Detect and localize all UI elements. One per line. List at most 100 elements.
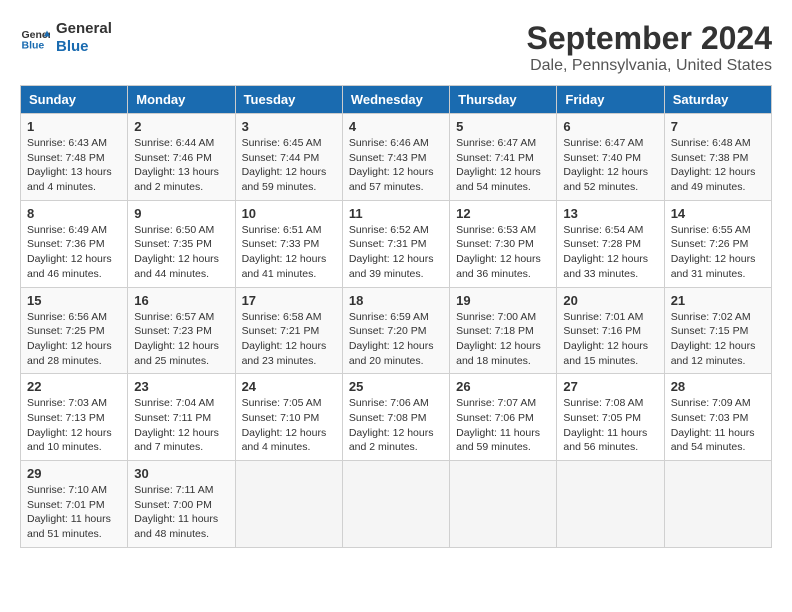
calendar-cell: 25Sunrise: 7:06 AM Sunset: 7:08 PM Dayli… (342, 374, 449, 461)
day-number: 5 (456, 119, 550, 134)
day-info: Sunrise: 6:53 AM Sunset: 7:30 PM Dayligh… (456, 223, 550, 282)
calendar-cell: 26Sunrise: 7:07 AM Sunset: 7:06 PM Dayli… (450, 374, 557, 461)
day-info: Sunrise: 6:44 AM Sunset: 7:46 PM Dayligh… (134, 136, 228, 195)
logo-line1: General (56, 20, 112, 38)
weekday-header-tuesday: Tuesday (235, 86, 342, 114)
day-info: Sunrise: 6:54 AM Sunset: 7:28 PM Dayligh… (563, 223, 657, 282)
calendar-cell: 7 Sunrise: 6:48 AM Sunset: 7:38 PM Daylig… (664, 114, 771, 201)
calendar-week-2: 8 Sunrise: 6:49 AM Sunset: 7:36 PM Daylig… (21, 200, 772, 287)
calendar-week-3: 15 Sunrise: 6:56 AM Sunset: 7:25 PM Dayli… (21, 287, 772, 374)
calendar-cell: 20Sunrise: 7:01 AM Sunset: 7:16 PM Dayli… (557, 287, 664, 374)
day-number: 15 (27, 293, 121, 308)
day-info: Sunrise: 6:47 AM Sunset: 7:40 PM Dayligh… (563, 136, 657, 195)
calendar-cell: 3Sunrise: 6:45 AM Sunset: 7:44 PM Daylig… (235, 114, 342, 201)
weekday-header-wednesday: Wednesday (342, 86, 449, 114)
calendar-cell: 15 Sunrise: 6:56 AM Sunset: 7:25 PM Dayli… (21, 287, 128, 374)
weekday-header-friday: Friday (557, 86, 664, 114)
day-info: Sunrise: 7:09 AM Sunset: 7:03 PM Dayligh… (671, 396, 765, 455)
calendar-cell: 18Sunrise: 6:59 AM Sunset: 7:20 PM Dayli… (342, 287, 449, 374)
calendar-cell: 9 Sunrise: 6:50 AM Sunset: 7:35 PM Daylig… (128, 200, 235, 287)
day-number: 17 (242, 293, 336, 308)
day-info: Sunrise: 6:58 AM Sunset: 7:21 PM Dayligh… (242, 310, 336, 369)
calendar-cell (664, 461, 771, 548)
day-number: 21 (671, 293, 765, 308)
day-number: 30 (134, 466, 228, 481)
day-number: 27 (563, 379, 657, 394)
day-number: 4 (349, 119, 443, 134)
calendar-cell (450, 461, 557, 548)
calendar-cell: 12 Sunrise: 6:53 AM Sunset: 7:30 PM Dayli… (450, 200, 557, 287)
day-info: Sunrise: 6:50 AM Sunset: 7:35 PM Dayligh… (134, 223, 228, 282)
logo-line2: Blue (56, 38, 112, 56)
calendar-cell: 19Sunrise: 7:00 AM Sunset: 7:18 PM Dayli… (450, 287, 557, 374)
day-info: Sunrise: 6:47 AM Sunset: 7:41 PM Dayligh… (456, 136, 550, 195)
calendar-week-1: 1 Sunrise: 6:43 AM Sunset: 7:48 PM Daylig… (21, 114, 772, 201)
svg-text:Blue: Blue (22, 40, 45, 52)
day-info: Sunrise: 6:57 AM Sunset: 7:23 PM Dayligh… (134, 310, 228, 369)
page-title: September 2024 (527, 20, 772, 57)
calendar-cell (235, 461, 342, 548)
day-info: Sunrise: 7:00 AM Sunset: 7:18 PM Dayligh… (456, 310, 550, 369)
day-info: Sunrise: 6:43 AM Sunset: 7:48 PM Dayligh… (27, 136, 121, 195)
day-number: 12 (456, 206, 550, 221)
calendar-cell (557, 461, 664, 548)
logo: General Blue General Blue (20, 20, 112, 56)
day-number: 14 (671, 206, 765, 221)
day-info: Sunrise: 6:59 AM Sunset: 7:20 PM Dayligh… (349, 310, 443, 369)
day-info: Sunrise: 7:10 AM Sunset: 7:01 PM Dayligh… (27, 483, 121, 542)
day-number: 11 (349, 206, 443, 221)
day-number: 2 (134, 119, 228, 134)
day-info: Sunrise: 6:48 AM Sunset: 7:38 PM Dayligh… (671, 136, 765, 195)
day-info: Sunrise: 6:56 AM Sunset: 7:25 PM Dayligh… (27, 310, 121, 369)
day-number: 16 (134, 293, 228, 308)
day-number: 13 (563, 206, 657, 221)
calendar-cell: 29 Sunrise: 7:10 AM Sunset: 7:01 PM Dayli… (21, 461, 128, 548)
day-info: Sunrise: 7:02 AM Sunset: 7:15 PM Dayligh… (671, 310, 765, 369)
day-info: Sunrise: 7:03 AM Sunset: 7:13 PM Dayligh… (27, 396, 121, 455)
calendar-cell: 4 Sunrise: 6:46 AM Sunset: 7:43 PM Daylig… (342, 114, 449, 201)
calendar-week-4: 22 Sunrise: 7:03 AM Sunset: 7:13 PM Dayli… (21, 374, 772, 461)
calendar-cell: 14Sunrise: 6:55 AM Sunset: 7:26 PM Dayli… (664, 200, 771, 287)
calendar-cell: 2 Sunrise: 6:44 AM Sunset: 7:46 PM Daylig… (128, 114, 235, 201)
day-number: 6 (563, 119, 657, 134)
day-info: Sunrise: 7:08 AM Sunset: 7:05 PM Dayligh… (563, 396, 657, 455)
day-info: Sunrise: 6:51 AM Sunset: 7:33 PM Dayligh… (242, 223, 336, 282)
day-info: Sunrise: 7:04 AM Sunset: 7:11 PM Dayligh… (134, 396, 228, 455)
day-info: Sunrise: 7:01 AM Sunset: 7:16 PM Dayligh… (563, 310, 657, 369)
weekday-header-monday: Monday (128, 86, 235, 114)
day-info: Sunrise: 6:46 AM Sunset: 7:43 PM Dayligh… (349, 136, 443, 195)
calendar-cell: 30Sunrise: 7:11 AM Sunset: 7:00 PM Dayli… (128, 461, 235, 548)
page-subtitle: Dale, Pennsylvania, United States (527, 57, 772, 75)
calendar-week-5: 29 Sunrise: 7:10 AM Sunset: 7:01 PM Dayli… (21, 461, 772, 548)
calendar-cell: 24Sunrise: 7:05 AM Sunset: 7:10 PM Dayli… (235, 374, 342, 461)
calendar-cell: 21 Sunrise: 7:02 AM Sunset: 7:15 PM Dayli… (664, 287, 771, 374)
day-number: 23 (134, 379, 228, 394)
day-number: 9 (134, 206, 228, 221)
calendar-cell: 13 Sunrise: 6:54 AM Sunset: 7:28 PM Dayli… (557, 200, 664, 287)
calendar-cell: 28Sunrise: 7:09 AM Sunset: 7:03 PM Dayli… (664, 374, 771, 461)
calendar-cell: 6 Sunrise: 6:47 AM Sunset: 7:40 PM Daylig… (557, 114, 664, 201)
title-area: September 2024 Dale, Pennsylvania, Unite… (527, 20, 772, 75)
day-number: 29 (27, 466, 121, 481)
calendar-cell: 1 Sunrise: 6:43 AM Sunset: 7:48 PM Daylig… (21, 114, 128, 201)
day-number: 22 (27, 379, 121, 394)
weekday-header-sunday: Sunday (21, 86, 128, 114)
day-info: Sunrise: 6:49 AM Sunset: 7:36 PM Dayligh… (27, 223, 121, 282)
header: General Blue General Blue September 2024… (20, 20, 772, 75)
calendar-cell: 8 Sunrise: 6:49 AM Sunset: 7:36 PM Daylig… (21, 200, 128, 287)
day-number: 7 (671, 119, 765, 134)
calendar-cell: 11Sunrise: 6:52 AM Sunset: 7:31 PM Dayli… (342, 200, 449, 287)
weekday-header-thursday: Thursday (450, 86, 557, 114)
calendar-cell: 22 Sunrise: 7:03 AM Sunset: 7:13 PM Dayli… (21, 374, 128, 461)
logo-icon: General Blue (20, 23, 50, 53)
day-number: 3 (242, 119, 336, 134)
calendar-cell: 17 Sunrise: 6:58 AM Sunset: 7:21 PM Dayli… (235, 287, 342, 374)
calendar-cell: 16 Sunrise: 6:57 AM Sunset: 7:23 PM Dayli… (128, 287, 235, 374)
day-number: 24 (242, 379, 336, 394)
weekday-header-row: SundayMondayTuesdayWednesdayThursdayFrid… (21, 86, 772, 114)
day-number: 1 (27, 119, 121, 134)
day-info: Sunrise: 7:07 AM Sunset: 7:06 PM Dayligh… (456, 396, 550, 455)
day-info: Sunrise: 7:06 AM Sunset: 7:08 PM Dayligh… (349, 396, 443, 455)
day-number: 8 (27, 206, 121, 221)
day-number: 10 (242, 206, 336, 221)
